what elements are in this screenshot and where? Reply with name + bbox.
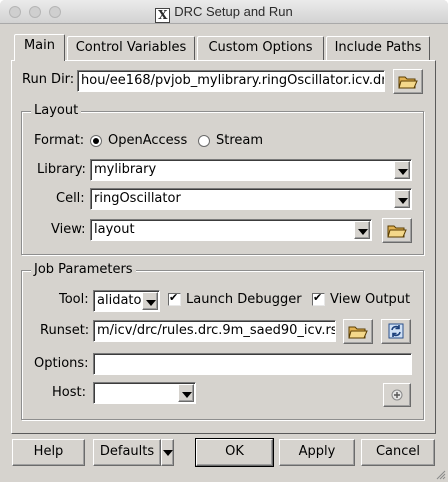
layout-group-title: Layout [31, 103, 82, 118]
tab-control-variables[interactable]: Control Variables [67, 36, 195, 60]
defaults-menu-button[interactable] [161, 439, 174, 466]
host-label: Host: [52, 385, 86, 400]
x11-icon: X [155, 8, 171, 23]
tool-combo[interactable]: alidator [93, 290, 160, 312]
view-value: layout [94, 222, 135, 237]
folder-open-icon [398, 76, 418, 89]
apply-button[interactable]: Apply [279, 439, 355, 466]
run-dir-field[interactable]: hou/ee168/pvjob_mylibrary.ringOscillator… [77, 70, 385, 92]
library-dropdown-arrow[interactable] [394, 161, 410, 179]
plus-icon [391, 389, 403, 401]
view-browse-button[interactable] [382, 218, 412, 243]
add-host-button[interactable] [383, 383, 411, 407]
cell-combo[interactable]: ringOscillator [90, 188, 412, 210]
format-label: Format: [34, 133, 85, 148]
cell-label: Cell: [56, 191, 85, 206]
cell-dropdown-arrow[interactable] [394, 190, 410, 208]
tab-control-variables-label: Control Variables [75, 40, 187, 55]
job-parameters-group-title: Job Parameters [31, 262, 136, 277]
tool-dropdown-arrow[interactable] [142, 292, 158, 310]
launch-debugger-label: Launch Debugger [186, 292, 302, 307]
refresh-icon [388, 323, 404, 339]
tab-custom-options[interactable]: Custom Options [197, 36, 324, 60]
runset-field[interactable]: m/icv/drc/rules.drc.9m_saed90_icv.rs [93, 320, 336, 342]
view-combo[interactable]: layout [90, 219, 372, 241]
view-label: View: [51, 222, 86, 237]
run-dir-browse-button[interactable] [393, 69, 423, 94]
defaults-button-label: Defaults [99, 444, 155, 459]
help-button-label: Help [33, 444, 64, 459]
format-openaccess-label: OpenAccess [108, 133, 188, 148]
window-title: DRC Setup and Run [174, 4, 293, 19]
options-field[interactable] [93, 353, 412, 375]
format-stream-radio[interactable] [198, 135, 210, 147]
defaults-button[interactable]: Defaults [93, 439, 161, 466]
ok-button-label: OK [225, 444, 244, 459]
tab-main[interactable]: Main [14, 34, 65, 61]
ok-button[interactable]: OK [195, 438, 274, 467]
run-dir-label: Run Dir: [22, 72, 75, 87]
view-dropdown-arrow[interactable] [354, 221, 370, 239]
format-openaccess-radio[interactable] [90, 135, 102, 147]
help-button[interactable]: Help [12, 439, 85, 466]
cancel-button-label: Cancel [375, 444, 421, 459]
chevron-down-icon [163, 450, 173, 456]
tool-label: Tool: [59, 292, 89, 307]
library-label: Library: [37, 162, 86, 177]
runset-refresh-button[interactable] [381, 319, 411, 344]
tab-custom-options-label: Custom Options [208, 40, 313, 55]
library-value: mylibrary [94, 162, 157, 177]
host-combo[interactable] [93, 382, 196, 404]
options-label: Options: [34, 356, 89, 371]
format-stream-label: Stream [216, 133, 264, 148]
tab-main-label: Main [23, 38, 56, 53]
folder-open-icon [387, 225, 407, 238]
view-output-checkbox[interactable] [312, 291, 325, 306]
host-dropdown-arrow[interactable] [178, 384, 194, 402]
drc-setup-window: X DRC Setup and Run Main Control Variable… [0, 0, 448, 482]
runset-browse-button[interactable] [343, 319, 373, 344]
title-bar: X DRC Setup and Run [0, 0, 448, 24]
apply-button-label: Apply [298, 444, 336, 459]
tab-include-paths-label: Include Paths [334, 40, 422, 55]
library-combo[interactable]: mylibrary [90, 159, 412, 181]
folder-open-icon [348, 326, 368, 339]
resize-grip-icon[interactable] [436, 470, 446, 480]
launch-debugger-checkbox[interactable] [168, 291, 181, 306]
cancel-button[interactable]: Cancel [361, 439, 435, 466]
view-output-label: View Output [330, 292, 411, 307]
runset-label: Runset: [40, 323, 90, 338]
cell-value: ringOscillator [94, 191, 181, 206]
tab-include-paths[interactable]: Include Paths [326, 36, 430, 60]
window-title-wrap: X DRC Setup and Run [0, 4, 448, 23]
tool-value: alidator [97, 293, 147, 308]
